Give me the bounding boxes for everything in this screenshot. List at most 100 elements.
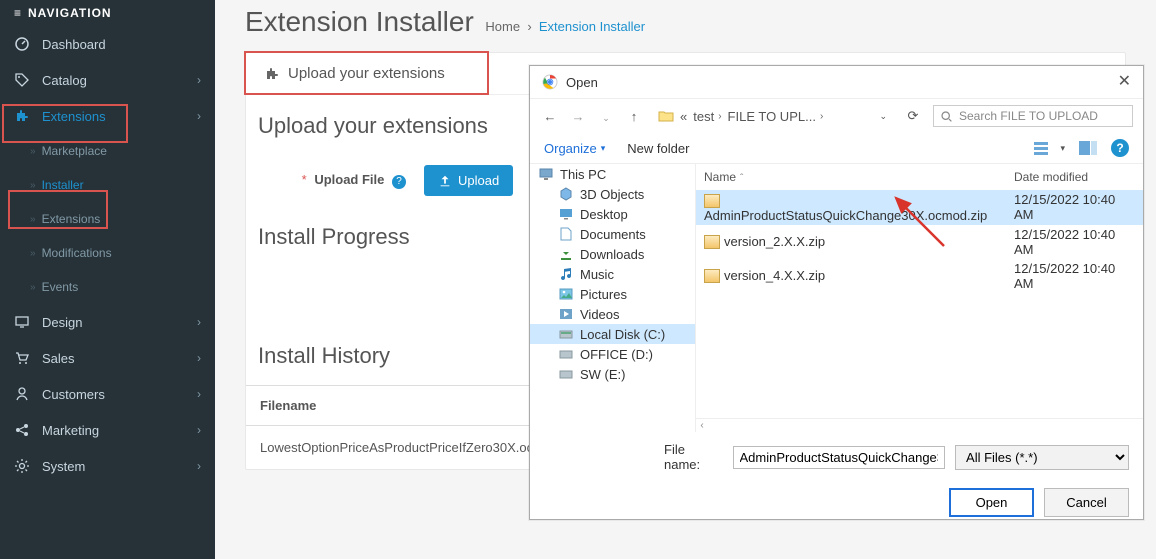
sub-prefix-icon: » — [30, 214, 36, 225]
refresh-button[interactable]: ⟳ — [901, 108, 925, 124]
tree-music[interactable]: Music — [530, 264, 695, 284]
nav-design[interactable]: Design › — [0, 304, 215, 340]
nav-item-label: Design — [42, 315, 82, 330]
tree-downloads[interactable]: Downloads — [530, 244, 695, 264]
tree-desktop[interactable]: Desktop — [530, 204, 695, 224]
puzzle-icon — [264, 66, 280, 82]
breadcrumb: Home › Extension Installer — [485, 19, 645, 34]
recent-dropdown[interactable]: ⌄ — [596, 109, 616, 124]
up-button[interactable]: ↑ — [624, 109, 644, 124]
chevron-right-icon: › — [197, 423, 201, 437]
zip-icon — [704, 235, 720, 249]
sub-prefix-icon: » — [30, 248, 36, 259]
nav-extensions[interactable]: Extensions › — [0, 98, 215, 134]
tree-office-d[interactable]: OFFICE (D:) — [530, 344, 695, 364]
view-options[interactable]: ▾ — [1034, 141, 1065, 155]
nav-system[interactable]: System › — [0, 448, 215, 484]
dashboard-icon — [14, 36, 34, 52]
tree-this-pc[interactable]: This PC — [530, 164, 695, 184]
chevron-right-icon: › — [197, 315, 201, 329]
new-folder-button[interactable]: New folder — [627, 141, 689, 156]
col-name[interactable]: Nameˆ — [696, 164, 1006, 190]
upload-label: Upload File — [314, 172, 384, 187]
upload-button[interactable]: Upload — [424, 165, 513, 196]
desktop-icon — [558, 206, 574, 222]
col-date[interactable]: Date modified — [1006, 164, 1143, 190]
crumb-seg[interactable]: FILE TO UPL... — [728, 109, 816, 124]
organize-menu[interactable]: Organize▾ — [544, 141, 605, 156]
pc-icon — [538, 166, 554, 182]
tree-documents[interactable]: Documents — [530, 224, 695, 244]
disk-icon — [558, 366, 574, 382]
crumb-current[interactable]: Extension Installer — [539, 19, 645, 34]
puzzle-icon — [14, 108, 34, 124]
nav-item-label: System — [42, 459, 85, 474]
doc-icon — [558, 226, 574, 242]
help-icon[interactable]: ? — [392, 175, 406, 189]
tree-pictures[interactable]: Pictures — [530, 284, 695, 304]
crumb-home[interactable]: Home — [485, 19, 520, 34]
search-placeholder: Search FILE TO UPLOAD — [959, 109, 1098, 123]
chrome-icon — [542, 74, 558, 90]
page-header: Extension Installer Home › Extension Ins… — [215, 0, 1156, 52]
user-icon — [14, 386, 34, 402]
close-icon[interactable]: ✕ — [1118, 74, 1131, 90]
disk-icon — [558, 346, 574, 362]
video-icon — [558, 306, 574, 322]
nav-modifications[interactable]: » Modifications — [0, 236, 215, 270]
file-open-dialog: Open ✕ ← → ⌄ ↑ « test› FILE TO UPL...› ⌄… — [529, 65, 1144, 520]
nav-catalog[interactable]: Catalog › — [0, 62, 215, 98]
tree-local-disk-c[interactable]: Local Disk (C:) — [530, 324, 695, 344]
tree-videos[interactable]: Videos — [530, 304, 695, 324]
chevron-right-icon: › — [197, 109, 201, 123]
nav-marketplace[interactable]: » Marketplace — [0, 134, 215, 168]
nav-extensions-sub[interactable]: » Extensions — [0, 202, 215, 236]
nav-item-label: Modifications — [42, 246, 112, 260]
cancel-button[interactable]: Cancel — [1044, 488, 1129, 517]
file-row[interactable]: version_2.X.X.zip 12/15/2022 10:40 AM — [696, 225, 1143, 259]
music-icon — [558, 266, 574, 282]
file-list[interactable]: Nameˆ Date modified AdminProductStatusQu… — [696, 164, 1143, 432]
share-icon — [14, 422, 34, 438]
upload-panel-title: Upload your extensions — [288, 65, 445, 82]
filename-label: File name: — [664, 442, 723, 472]
nav-installer[interactable]: » Installer — [0, 168, 215, 202]
required-marker: * — [302, 172, 307, 187]
sub-prefix-icon: » — [30, 180, 36, 191]
forward-button[interactable]: → — [568, 109, 588, 124]
sort-indicator: ˆ — [740, 173, 743, 184]
upload-button-label: Upload — [458, 173, 499, 188]
folder-tree[interactable]: This PC 3D Objects Desktop Documents Dow… — [530, 164, 696, 432]
chevron-right-icon: › — [197, 351, 201, 365]
nav-item-label: Extensions — [42, 109, 106, 124]
search-input[interactable]: Search FILE TO UPLOAD — [933, 105, 1133, 127]
preview-pane[interactable] — [1079, 141, 1097, 155]
help-icon[interactable]: ? — [1111, 139, 1129, 157]
nav-item-label: Customers — [42, 387, 105, 402]
nav-marketing[interactable]: Marketing › — [0, 412, 215, 448]
folder-icon — [658, 109, 674, 123]
nav-header: ≡ NAVIGATION — [0, 0, 215, 26]
chevron-right-icon: › — [197, 73, 201, 87]
crumb-seg[interactable]: test — [693, 109, 714, 124]
nav-item-label: Sales — [42, 351, 75, 366]
horizontal-scrollbar[interactable]: ‹ — [696, 418, 1143, 432]
address-crumb[interactable]: « test› FILE TO UPL...› ⌄ — [652, 106, 893, 127]
back-button[interactable]: ← — [540, 109, 560, 124]
tree-3d-objects[interactable]: 3D Objects — [530, 184, 695, 204]
tree-sw-e[interactable]: SW (E:) — [530, 364, 695, 384]
chevron-down-icon[interactable]: ⌄ — [879, 111, 887, 122]
menu-icon: ≡ — [14, 6, 22, 20]
nav-item-label: Catalog — [42, 73, 87, 88]
nav-events[interactable]: » Events — [0, 270, 215, 304]
file-row[interactable]: AdminProductStatusQuickChange30X.ocmod.z… — [696, 190, 1143, 225]
nav-customers[interactable]: Customers › — [0, 376, 215, 412]
chevron-right-icon: › — [197, 459, 201, 473]
file-row[interactable]: version_4.X.X.zip 12/15/2022 10:40 AM — [696, 259, 1143, 293]
nav-sales[interactable]: Sales › — [0, 340, 215, 376]
file-filter[interactable]: All Files (*.*) — [955, 445, 1129, 470]
nav-dashboard[interactable]: Dashboard — [0, 26, 215, 62]
open-button[interactable]: Open — [949, 488, 1034, 517]
filename-input[interactable] — [733, 446, 946, 469]
search-icon — [940, 110, 953, 123]
